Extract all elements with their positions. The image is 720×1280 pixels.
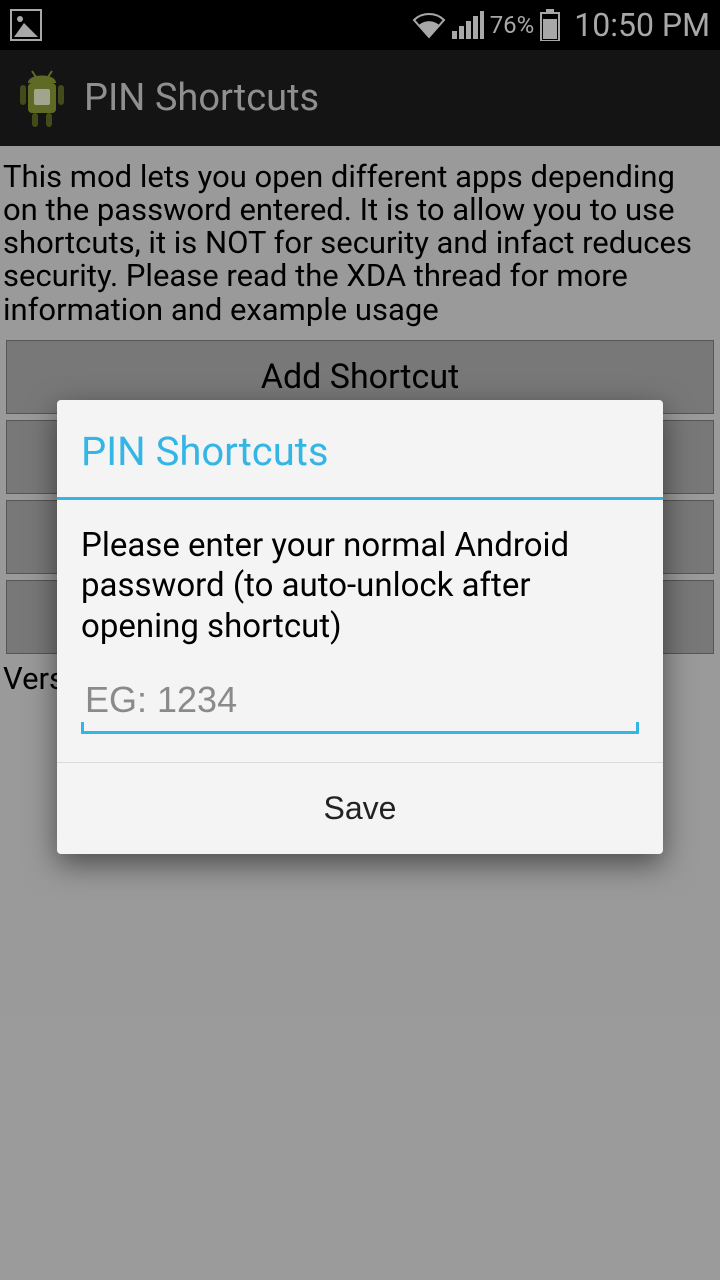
dialog-title: PIN Shortcuts bbox=[57, 400, 663, 497]
pin-dialog: PIN Shortcuts Please enter your normal A… bbox=[57, 400, 663, 854]
dialog-message: Please enter your normal Android passwor… bbox=[57, 500, 663, 657]
modal-overlay: PIN Shortcuts Please enter your normal A… bbox=[0, 0, 720, 1280]
save-button[interactable]: Save bbox=[57, 763, 663, 854]
password-input[interactable] bbox=[81, 673, 639, 734]
